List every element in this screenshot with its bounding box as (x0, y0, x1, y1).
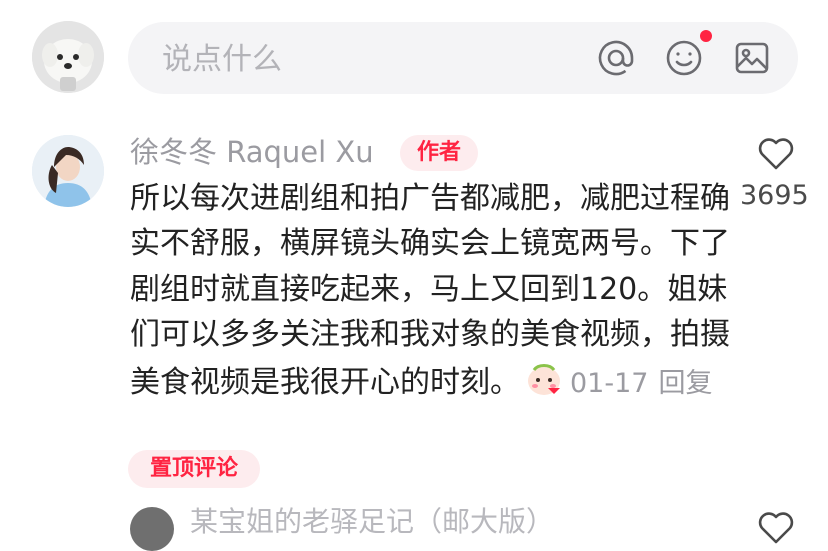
pinned-comment-badge: 置顶评论 (128, 450, 260, 488)
my-avatar[interactable] (32, 21, 104, 93)
reply-button[interactable]: 回复 (658, 368, 712, 399)
next-comment-author[interactable]: 某宝姐的老驿足记（邮大版） (190, 504, 554, 540)
emoji-icon[interactable] (664, 38, 704, 78)
comment-input-placeholder: 说点什么 (162, 42, 282, 77)
like-count: 3695 (740, 180, 809, 211)
heart-icon[interactable] (757, 136, 795, 172)
next-heart-icon[interactable] (757, 510, 795, 546)
image-icon[interactable] (732, 38, 772, 78)
comment-author-name[interactable]: 徐冬冬 Raquel Xu (130, 132, 374, 172)
author-badge: 作者 (400, 135, 478, 171)
comment-date: 01-17 (570, 367, 649, 399)
blush-face-emoji-icon (524, 358, 564, 398)
comment-body[interactable]: 所以每次进剧组和拍广告都减肥，减肥过程确实不舒服，横屏镜头确实会上镜宽两号。下了… (130, 176, 730, 406)
at-icon[interactable] (596, 38, 636, 78)
notification-dot (700, 30, 712, 42)
next-commenter-avatar[interactable] (130, 507, 174, 551)
commenter-avatar[interactable] (32, 135, 104, 207)
